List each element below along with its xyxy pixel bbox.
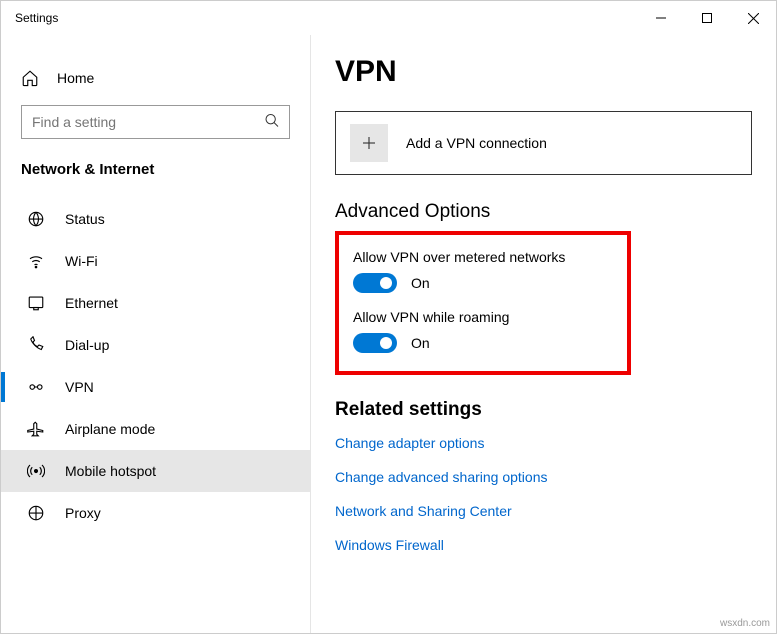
- search-input[interactable]: [21, 105, 290, 139]
- home-icon: [21, 69, 39, 87]
- option-label: Allow VPN over metered networks: [353, 249, 613, 265]
- settings-window: Settings Home: [0, 0, 777, 634]
- roaming-toggle[interactable]: [353, 333, 397, 353]
- minimize-button[interactable]: [638, 1, 684, 35]
- nav-list: Status Wi-Fi Ethernet Dial-up VPN: [1, 198, 310, 534]
- sidebar-item-hotspot[interactable]: Mobile hotspot: [1, 450, 310, 492]
- link-network-center[interactable]: Network and Sharing Center: [335, 503, 752, 519]
- sidebar-item-vpn[interactable]: VPN: [1, 366, 310, 408]
- toggle-state: On: [411, 275, 430, 291]
- sidebar: Home Network & Internet Status Wi: [1, 35, 311, 633]
- section-heading: Network & Internet: [1, 157, 310, 198]
- link-adapter-options[interactable]: Change adapter options: [335, 435, 752, 451]
- link-firewall[interactable]: Windows Firewall: [335, 537, 752, 553]
- nav-label: Status: [65, 211, 105, 227]
- nav-label: Airplane mode: [65, 421, 155, 437]
- home-label: Home: [57, 70, 94, 86]
- advanced-heading: Advanced Options: [335, 201, 752, 223]
- window-controls: [638, 1, 776, 35]
- titlebar: Settings: [1, 1, 776, 35]
- search-box[interactable]: [21, 105, 290, 139]
- dialup-icon: [27, 336, 45, 354]
- search-icon: [264, 113, 280, 132]
- sidebar-item-wifi[interactable]: Wi-Fi: [1, 240, 310, 282]
- add-vpn-button[interactable]: Add a VPN connection: [335, 111, 752, 175]
- highlighted-section: Allow VPN over metered networks On Allow…: [335, 231, 631, 375]
- plus-icon: [350, 124, 388, 162]
- nav-label: Mobile hotspot: [65, 463, 156, 479]
- add-vpn-label: Add a VPN connection: [406, 135, 547, 151]
- vpn-icon: [27, 378, 45, 396]
- related-heading: Related settings: [335, 399, 752, 421]
- maximize-button[interactable]: [684, 1, 730, 35]
- hotspot-icon: [27, 462, 45, 480]
- link-sharing-options[interactable]: Change advanced sharing options: [335, 469, 752, 485]
- watermark: wsxdn.com: [720, 618, 770, 629]
- airplane-icon: [27, 420, 45, 438]
- sidebar-item-dialup[interactable]: Dial-up: [1, 324, 310, 366]
- metered-toggle[interactable]: [353, 273, 397, 293]
- sidebar-item-airplane[interactable]: Airplane mode: [1, 408, 310, 450]
- proxy-icon: [27, 504, 45, 522]
- main-content: VPN Add a VPN connection Advanced Option…: [311, 35, 776, 633]
- window-title: Settings: [15, 11, 58, 25]
- sidebar-item-status[interactable]: Status: [1, 198, 310, 240]
- page-title: VPN: [335, 55, 752, 89]
- status-icon: [27, 210, 45, 228]
- nav-label: Proxy: [65, 505, 101, 521]
- ethernet-icon: [27, 294, 45, 312]
- home-nav[interactable]: Home: [1, 59, 310, 97]
- sidebar-item-ethernet[interactable]: Ethernet: [1, 282, 310, 324]
- wifi-icon: [27, 252, 45, 270]
- nav-label: Wi-Fi: [65, 253, 98, 269]
- close-button[interactable]: [730, 1, 776, 35]
- option-label: Allow VPN while roaming: [353, 309, 613, 325]
- nav-label: Ethernet: [65, 295, 118, 311]
- nav-label: Dial-up: [65, 337, 109, 353]
- sidebar-item-proxy[interactable]: Proxy: [1, 492, 310, 534]
- nav-label: VPN: [65, 379, 94, 395]
- toggle-state: On: [411, 335, 430, 351]
